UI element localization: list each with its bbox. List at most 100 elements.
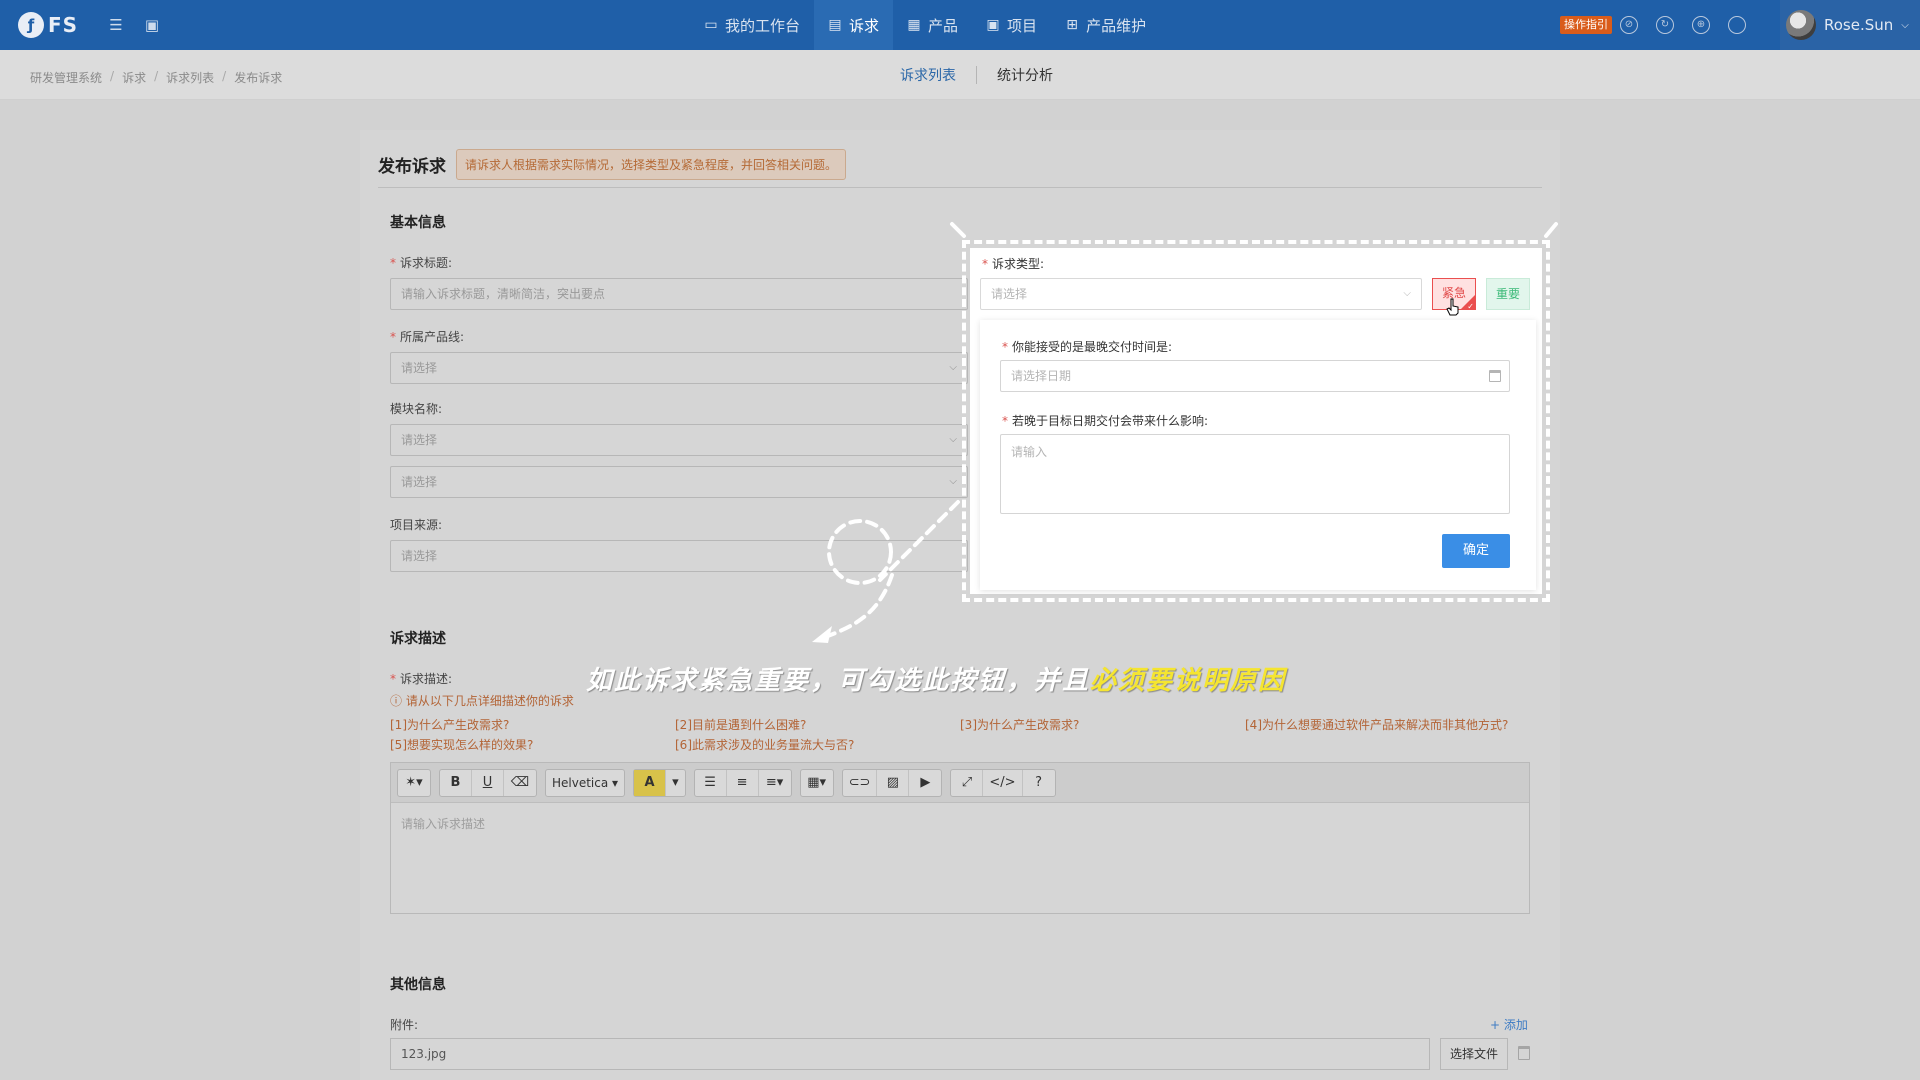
deadline-date-picker[interactable]: 请选择日期 xyxy=(1000,360,1510,392)
product-line-select[interactable]: 请选择 ⌵ xyxy=(390,352,968,384)
info-circle-icon: ⓘ xyxy=(390,694,403,708)
table-icon[interactable]: ▦▾ xyxy=(801,770,833,796)
description-point: [1]为什么产生改需求? xyxy=(390,718,510,732)
description-tip: ⓘ 请从以下几点详细描述你的诉求 xyxy=(390,694,574,708)
underline-button[interactable]: U xyxy=(472,769,504,796)
field-label-description: * 诉求描述: xyxy=(390,672,453,686)
calendar-icon xyxy=(1489,370,1501,382)
logo-mark-icon: ƒ xyxy=(18,12,44,38)
important-tag-button[interactable]: 重要 xyxy=(1486,278,1530,310)
section-title-other: 其他信息 xyxy=(390,977,446,993)
help-icon[interactable]: ? xyxy=(1023,770,1055,796)
description-point: [5]想要实现怎么样的效果? xyxy=(390,738,534,752)
section-title-basic: 基本信息 xyxy=(390,215,446,231)
nav-item-product[interactable]: ▦ 产品 xyxy=(893,0,972,50)
description-point: [6]此需求涉及的业务量流大与否? xyxy=(675,738,855,752)
nav-item-product-maintenance[interactable]: ⊞ 产品维护 xyxy=(1051,0,1160,50)
user-menu[interactable]: Rose.Sun ⌵ xyxy=(1780,0,1920,50)
main-nav: ▭ 我的工作台 ▤ 诉求 ▦ 产品 ▣ 项目 ⊞ 产品维护 xyxy=(690,0,1160,50)
nav-item-project[interactable]: ▣ 项目 xyxy=(972,0,1051,50)
breadcrumb: 研发管理系统 / 诉求 / 诉求列表 / 发布诉求 xyxy=(30,69,282,86)
rich-text-editor: ✶▾ B U ⌫ Helvetica ▾ A ▾ ☰ ≡ ≡▾ ▦▾ ⊂⊃ ▨ … xyxy=(390,762,1530,914)
code-view-icon[interactable]: </> xyxy=(983,769,1023,796)
check-icon: ✓ xyxy=(1467,302,1474,310)
module-select-1[interactable]: 请选择 ⌵ xyxy=(390,424,968,456)
field-label-attachment: 附件: xyxy=(390,1018,419,1032)
compass-icon[interactable]: ⊘ xyxy=(1620,16,1638,34)
eraser-icon[interactable]: ⌫ xyxy=(504,770,536,796)
video-icon[interactable]: ▶ xyxy=(909,770,941,796)
refresh-icon[interactable]: ↻ xyxy=(1656,16,1674,34)
chevron-down-icon: ⌵ xyxy=(1403,288,1411,299)
nav-item-label: 产品 xyxy=(928,16,959,35)
hand-cursor-icon xyxy=(1446,298,1459,316)
nav-item-workbench[interactable]: ▭ 我的工作台 xyxy=(690,0,814,50)
chevron-down-icon: ⌵ xyxy=(949,362,957,373)
impact-textarea[interactable]: 请输入 xyxy=(1000,434,1510,514)
source-select[interactable]: 请选择 xyxy=(390,540,968,572)
briefcase-icon: ▣ xyxy=(986,17,1000,33)
panel-header: 发布诉求 请诉求人根据需求实际情况，选择类型及紧急程度，并回答相关问题。 xyxy=(378,142,1542,188)
breadcrumb-item[interactable]: 诉求列表 xyxy=(166,69,214,86)
grid-icon: ▦ xyxy=(907,17,921,33)
field-label-source: 项目来源: xyxy=(390,518,443,532)
choose-file-button[interactable]: 选择文件 xyxy=(1440,1038,1508,1070)
numbered-list-icon[interactable]: ≡ xyxy=(727,769,759,796)
nav-item-label: 诉求 xyxy=(849,16,880,35)
hint-banner: 请诉求人根据需求实际情况，选择类型及紧急程度，并回答相关问题。 xyxy=(456,149,847,180)
description-point: [2]目前是遇到什么困难? xyxy=(675,718,807,732)
screen-icon[interactable]: ▣ xyxy=(142,15,162,35)
circle-icon[interactable] xyxy=(1728,16,1746,34)
bullet-list-icon[interactable]: ☰ xyxy=(695,769,727,796)
breadcrumb-separator: / xyxy=(110,69,115,83)
section-title-description: 诉求描述 xyxy=(390,631,446,647)
attachment-file-name: 123.jpg xyxy=(390,1038,1430,1070)
annotation-highlight-text: 必须要说明原因 xyxy=(1090,666,1287,696)
chevron-down-icon: ⌵ xyxy=(949,434,957,445)
breadcrumb-item[interactable]: 研发管理系统 xyxy=(30,69,102,86)
magic-wand-icon[interactable]: ✶▾ xyxy=(398,770,430,796)
avatar xyxy=(1786,10,1816,40)
font-family-select[interactable]: Helvetica ▾ xyxy=(546,770,624,796)
appeal-type-select[interactable]: 请选择 ⌵ xyxy=(980,278,1422,310)
breadcrumb-item: 发布诉求 xyxy=(234,71,283,85)
nav-item-label: 产品维护 xyxy=(1086,16,1147,35)
field-label-module: 模块名称: xyxy=(390,402,443,416)
breadcrumb-separator: / xyxy=(154,69,159,83)
top-navigation-bar: ƒ FS ☰ ▣ ▭ 我的工作台 ▤ 诉求 ▦ 产品 ▣ 项目 ⊞ 产品维护 操… xyxy=(0,0,1920,50)
title-input[interactable]: 请输入诉求标题，清晰简洁，突出要点 xyxy=(390,278,968,310)
field-label-appeal-type: * 诉求类型: xyxy=(982,257,1045,271)
app-logo[interactable]: ƒ FS xyxy=(18,10,78,40)
page-title: 发布诉求 xyxy=(378,157,446,177)
tab-statistics[interactable]: 统计分析 xyxy=(977,65,1073,85)
field-label-product-line: * 所属产品线: xyxy=(390,330,465,344)
nav-item-label: 我的工作台 xyxy=(725,16,801,35)
field-label-title: * 诉求标题: xyxy=(390,256,453,270)
menu-collapse-icon[interactable]: ☰ xyxy=(106,15,126,35)
breadcrumb-item[interactable]: 诉求 xyxy=(122,69,146,86)
fullscreen-icon[interactable]: ⤢ xyxy=(951,769,984,796)
chevron-down-icon: ⌵ xyxy=(1901,19,1909,31)
guide-badge[interactable]: 操作指引 xyxy=(1560,16,1612,34)
inbox-icon: ▤ xyxy=(828,17,842,33)
confirm-button[interactable]: 确定 xyxy=(1442,534,1510,568)
module-select-2[interactable]: 请选择 ⌵ xyxy=(390,466,968,498)
globe-icon[interactable]: ⊕ xyxy=(1692,16,1710,34)
nav-item-appeal[interactable]: ▤ 诉求 xyxy=(814,0,894,50)
logo-text: FS xyxy=(48,13,79,37)
align-icon[interactable]: ≡▾ xyxy=(759,770,791,796)
add-attachment-link[interactable]: + 添加 xyxy=(1490,1016,1528,1033)
chevron-down-icon[interactable]: ▾ xyxy=(666,770,685,796)
editor-toolbar: ✶▾ B U ⌫ Helvetica ▾ A ▾ ☰ ≡ ≡▾ ▦▾ ⊂⊃ ▨ … xyxy=(391,763,1529,803)
editor-placeholder[interactable]: 请输入诉求描述 xyxy=(401,815,485,832)
tab-appeal-list[interactable]: 诉求列表 xyxy=(880,65,976,85)
field-label-deadline: * 你能接受的是最晚交付时间是: xyxy=(1002,340,1173,354)
sub-header: 研发管理系统 / 诉求 / 诉求列表 / 发布诉求 诉求列表 统计分析 xyxy=(0,50,1920,100)
image-icon[interactable]: ▨ xyxy=(877,769,910,796)
sub-tabs: 诉求列表 统计分析 xyxy=(880,50,1073,100)
bold-button[interactable]: B xyxy=(440,769,472,796)
link-icon[interactable]: ⊂⊃ xyxy=(843,769,878,796)
text-color-icon[interactable]: A xyxy=(634,769,667,796)
trash-icon[interactable] xyxy=(1518,1046,1530,1060)
nav-item-label: 项目 xyxy=(1007,16,1038,35)
